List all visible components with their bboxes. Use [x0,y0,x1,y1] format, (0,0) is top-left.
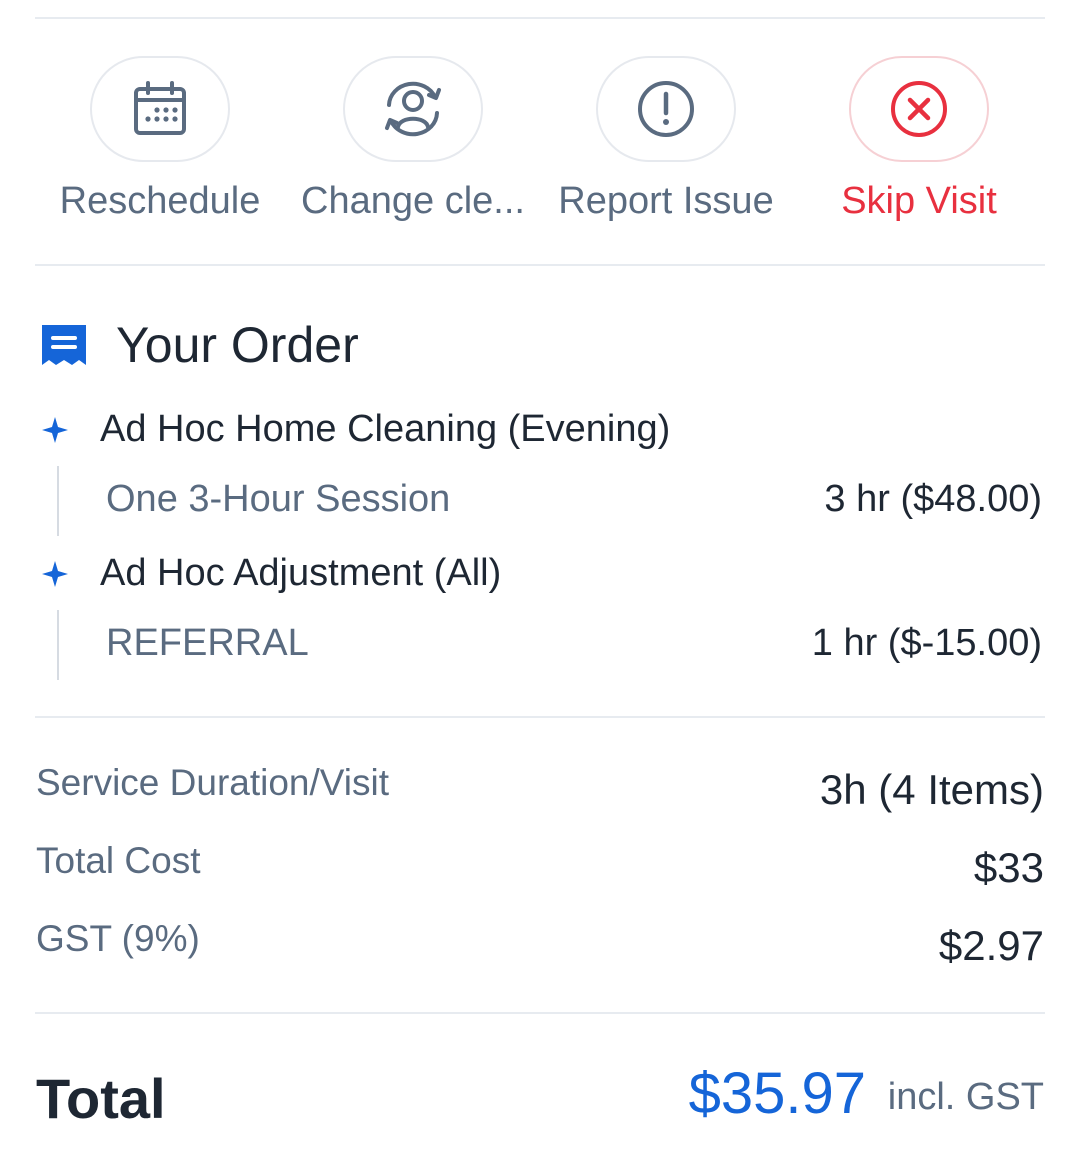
total-cost-value: $33 [973,844,1044,891]
report-issue-label: Report Issue [558,180,774,222]
order-item-detail-name: One 3-Hour Session [106,478,451,520]
change-cleaner-button[interactable]: Change cle... [293,56,533,223]
report-issue-button[interactable]: Report Issue [546,56,786,223]
order-item-name: Ad Hoc Adjustment (All) [100,552,502,594]
total-label: Total [36,1067,166,1130]
skip-visit-button[interactable]: Skip Visit [799,56,1039,223]
change-cleaner-label: Change cle... [301,180,525,222]
sparkle-icon [42,416,68,443]
order-item-detail-value: 1 hr ($-15.00) [811,622,1042,664]
order-item-detail: One 3-Hour Session 3 hr ($48.00) [57,466,1042,536]
total-row: Total $35.97 incl. GST [36,1060,1044,1140]
order-divider [35,716,1045,718]
order-item-name: Ad Hoc Home Cleaning (Evening) [100,408,671,450]
order-header: Your Order [38,316,359,374]
total-amount: $35.97 [688,1061,866,1126]
sparkle-icon [42,560,68,587]
exclamation-circle-icon [638,81,694,137]
gst-value: $2.97 [938,922,1044,969]
gst-label: GST (9%) [36,918,200,959]
service-duration-row: Service Duration/Visit 3h (4 Items) [36,762,1044,822]
actions-divider [35,264,1045,266]
detail-rail [57,466,59,536]
total-cost-row: Total Cost $33 [36,840,1044,900]
change-cleaner-icon [385,81,441,137]
order-item-detail-value: 3 hr ($48.00) [824,478,1042,520]
order-item: Ad Hoc Home Cleaning (Evening) [40,408,670,451]
top-divider [35,17,1045,19]
reschedule-button[interactable]: Reschedule [40,56,280,223]
service-duration-value: 3h (4 Items) [819,766,1044,813]
reschedule-label: Reschedule [59,180,261,222]
total-tax-note: incl. GST [887,1076,1044,1118]
summary-divider [35,1012,1045,1014]
order-title: Your Order [116,317,359,373]
total-cost-label: Total Cost [36,840,201,881]
order-item-detail-name: REFERRAL [106,622,309,664]
calendar-icon [134,81,186,135]
order-item: Ad Hoc Adjustment (All) [40,552,501,595]
receipt-icon [42,325,86,365]
gst-row: GST (9%) $2.97 [36,918,1044,978]
skip-visit-label: Skip Visit [841,180,997,222]
service-duration-label: Service Duration/Visit [36,762,390,803]
detail-rail [57,610,59,680]
order-item-detail: REFERRAL 1 hr ($-15.00) [57,610,1042,680]
x-circle-icon [891,81,947,137]
